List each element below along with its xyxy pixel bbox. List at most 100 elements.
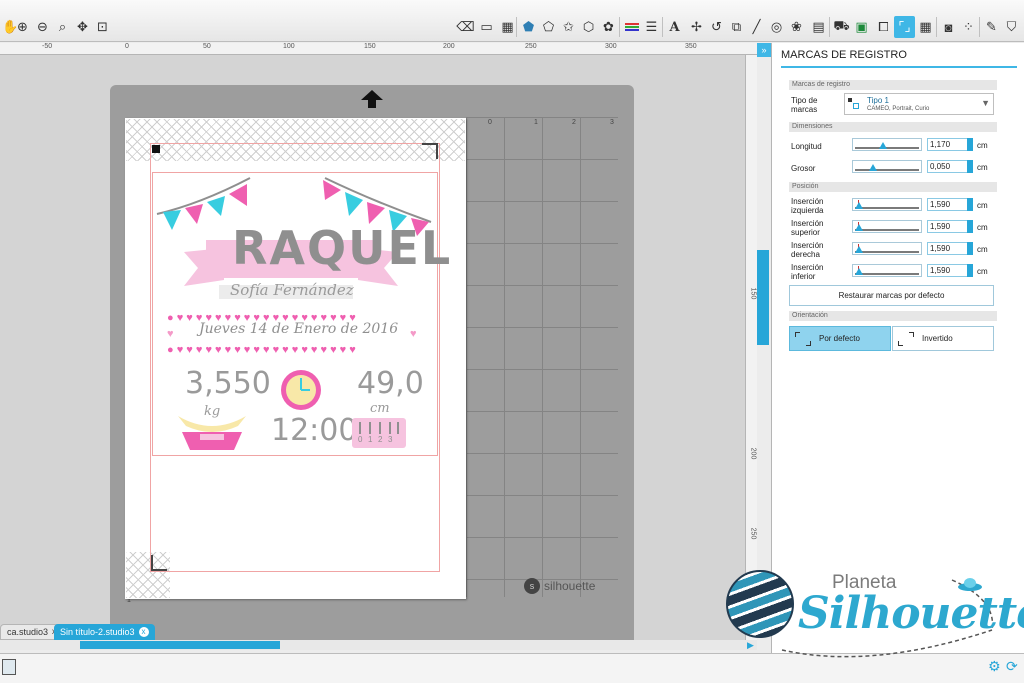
tab-document-2[interactable]: Sin título-2.studio3 x (54, 624, 155, 640)
height-value[interactable]: 49,0 (357, 366, 424, 401)
fit-page-icon[interactable]: ⊡ (92, 16, 113, 38)
ruler-label: -50 (42, 43, 53, 50)
inset-right-label: Inserción derecha (791, 241, 824, 259)
inset-right-stepper[interactable] (967, 242, 973, 255)
cut-settings-icon[interactable]: ⛉ (1001, 16, 1022, 38)
silhouette-logo-icon: s (524, 578, 540, 594)
orientation-default-button[interactable]: Por defecto (789, 326, 891, 351)
registration-corner-mark (151, 555, 167, 571)
mark-type-icon (848, 98, 860, 110)
scale-icon-design (178, 416, 246, 450)
thickness-label: Grosor (791, 164, 816, 173)
registration-square-mark (152, 145, 160, 153)
line-color-icon[interactable] (621, 16, 642, 38)
mat-label: 2 (572, 119, 576, 126)
clock-icon-design (281, 370, 321, 410)
length-stepper[interactable] (967, 138, 973, 151)
svg-text:♥: ♥ (410, 328, 417, 340)
feed-direction-arrow-icon (361, 90, 383, 108)
inset-top-slider[interactable] (852, 220, 922, 233)
section-position: Posición (789, 182, 997, 192)
polygon-icon[interactable]: ⬠ (538, 16, 559, 38)
zoom-out-icon[interactable]: ⊖ (32, 16, 53, 38)
weight-value[interactable]: 3,550 (185, 366, 271, 401)
reset-defaults-button[interactable]: Restaurar marcas por defecto (789, 285, 994, 306)
thickness-slider[interactable] (852, 160, 922, 173)
grid-settings-icon[interactable]: ▦ (497, 16, 518, 38)
inset-left-slider[interactable] (852, 198, 922, 211)
ruler-label: 50 (203, 43, 211, 50)
page-settings-icon[interactable]: ▭ (476, 16, 497, 38)
zoom-in-icon[interactable]: ⊕ (12, 16, 33, 38)
sketch-icon[interactable]: ✎ (981, 16, 1002, 38)
ruler-label: 250 (525, 43, 537, 50)
ruler-number: 3 (388, 435, 393, 444)
vertical-scrollbar-thumb[interactable] (757, 250, 769, 345)
knife-icon[interactable]: ╱ (746, 16, 767, 38)
eraser-icon[interactable]: ⌫ (455, 16, 476, 38)
length-slider[interactable] (852, 138, 922, 151)
send-icon[interactable]: ⛟ (831, 16, 852, 38)
vertical-ruler: 150 200 250 (745, 55, 757, 641)
birth-time[interactable]: 12:00 (271, 413, 357, 448)
ruler-number: 0 (358, 435, 363, 444)
zoom-box-icon[interactable]: ⌕ (52, 16, 73, 38)
inset-top-label: Inserción superior (791, 219, 824, 237)
text-icon[interactable]: A (664, 16, 685, 38)
baby-full-name[interactable]: Sofía Fernández (230, 281, 354, 299)
scale-icon[interactable]: ⧉ (726, 16, 747, 38)
ruler-label: 200 (443, 43, 455, 50)
nesting-icon[interactable]: ⁘ (958, 16, 979, 38)
inset-bottom-label: Inserción inferior (791, 263, 824, 281)
fill-pattern-icon[interactable]: ◙ (938, 16, 959, 38)
library-toggle-icon[interactable] (2, 659, 16, 675)
store-icon[interactable]: ▣ (851, 16, 872, 38)
grid-icon[interactable]: ▦ (915, 16, 936, 38)
panel-collapse-icon[interactable]: » (757, 43, 771, 57)
pan-icon[interactable]: ✥ (72, 16, 93, 38)
trace-icon[interactable]: ❀ (786, 16, 807, 38)
mat-label: 0 (488, 119, 492, 126)
ruler-label: 150 (364, 43, 376, 50)
ruler-label: 200 (749, 447, 757, 460)
close-icon[interactable]: x (138, 627, 149, 637)
svg-text:♥: ♥ (167, 328, 174, 340)
thickness-stepper[interactable] (967, 160, 973, 173)
baby-name[interactable]: RAQUEL (232, 221, 452, 275)
offset-icon[interactable]: ◎ (766, 16, 787, 38)
registration-corner-mark (422, 143, 438, 159)
ruler-label: 100 (283, 43, 295, 50)
inset-right-slider[interactable] (852, 242, 922, 255)
inset-left-label: Inserción izquierda (791, 197, 824, 215)
birth-date[interactable]: Jueves 14 de Enero de 2016 (199, 321, 398, 337)
orientation-inverted-button[interactable]: Invertido (892, 326, 994, 351)
shape-icon[interactable]: ⬡ (578, 16, 599, 38)
inset-bottom-stepper[interactable] (967, 264, 973, 277)
replicate-icon[interactable]: ✿ (598, 16, 619, 38)
inset-left-stepper[interactable] (967, 198, 973, 211)
document-tabs: ca.studio3 x Sin título-2.studio3 x (0, 624, 757, 640)
line-style-icon[interactable]: ☰ (641, 16, 662, 38)
height-unit: cm (370, 401, 390, 416)
transform-icon[interactable]: ✢ (686, 16, 707, 38)
registration-marks-icon[interactable]: ⌜⌟ (894, 16, 915, 38)
inset-bottom-slider[interactable] (852, 264, 922, 277)
registration-icon[interactable]: ⧠ (873, 16, 894, 38)
ruler-number: 2 (378, 435, 383, 444)
mat-label: 1 (534, 119, 538, 126)
mark-type-dropdown[interactable]: Tipo 1 CAMEO, Portrait, Curio ▼ (844, 93, 994, 115)
type-label: Tipo de marcas (791, 96, 818, 114)
horizontal-scrollbar[interactable]: ▶ (0, 640, 757, 650)
section-registration: Marcas de registro (789, 80, 997, 90)
planet-icon (726, 570, 794, 638)
mat-grid (466, 117, 618, 597)
scrollbar-thumb[interactable] (80, 641, 280, 649)
ruler-label: 0 (125, 43, 129, 50)
star-icon[interactable]: ✩ (558, 16, 579, 38)
library-icon[interactable]: ▤ (808, 16, 829, 38)
pentagon-fill-icon[interactable]: ⬟ (518, 16, 539, 38)
planeta-silhouette-logo: Planeta Silhouette (722, 560, 1024, 664)
rotate-icon[interactable]: ↺ (706, 16, 727, 38)
ruler-label: 250 (749, 527, 757, 540)
inset-top-stepper[interactable] (967, 220, 973, 233)
